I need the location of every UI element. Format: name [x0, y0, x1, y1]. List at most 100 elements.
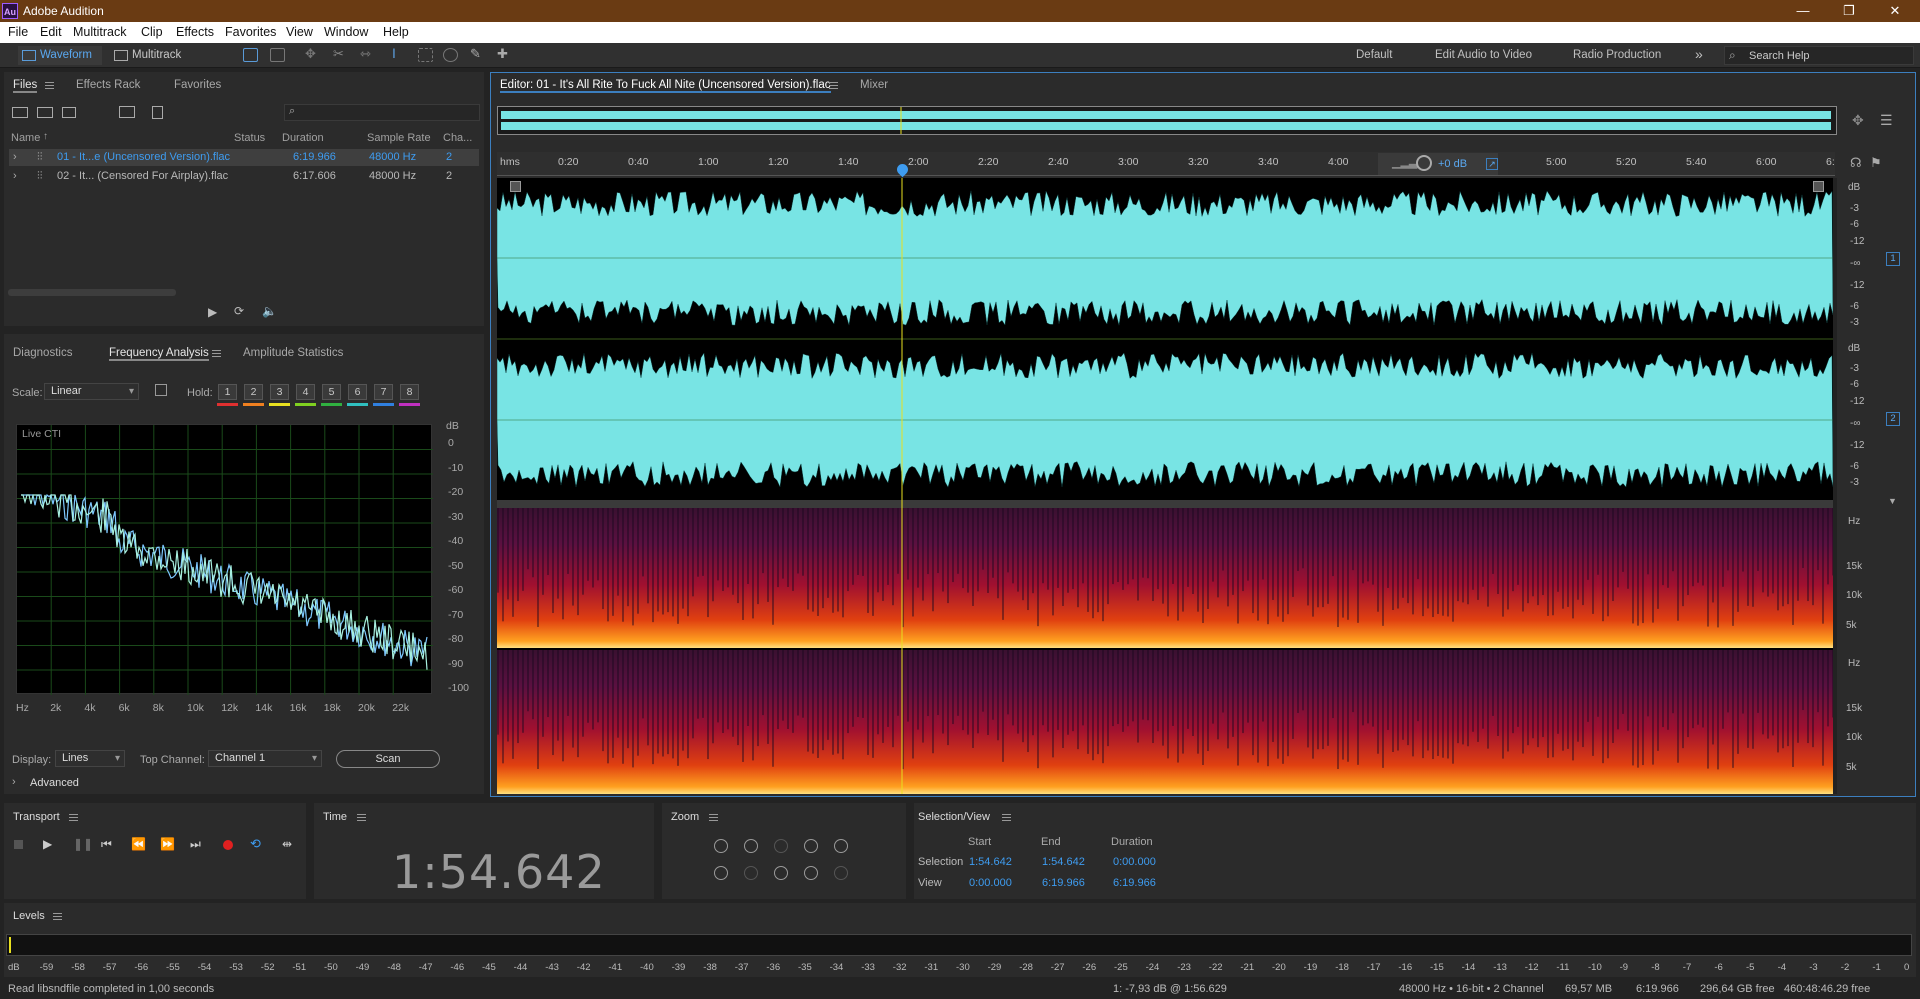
hold-7-button[interactable]: 7	[374, 384, 393, 400]
scale-dropdown[interactable]: Linear	[44, 383, 139, 400]
waveform-view-button[interactable]: Waveform	[18, 46, 102, 65]
import-file-icon[interactable]	[37, 107, 53, 118]
menu-edit[interactable]: Edit	[40, 25, 62, 39]
overview-navigator[interactable]	[497, 106, 1837, 135]
col-sample-rate[interactable]: Sample Rate	[367, 132, 431, 144]
hold-3-button[interactable]: 3	[270, 384, 289, 400]
workspace-default[interactable]: Default	[1356, 49, 1392, 61]
stop-icon[interactable]	[14, 840, 23, 849]
zoom-out-full-icon[interactable]	[804, 866, 818, 880]
hud-overlay[interactable]: ▁▂▃ +0 dB	[1378, 153, 1498, 175]
tab-frequency-analysis[interactable]: Frequency Analysis	[109, 347, 209, 361]
menu-multitrack[interactable]: Multitrack	[73, 25, 126, 39]
new-file-icon[interactable]	[62, 107, 76, 118]
zoom-out-amplitude-icon[interactable]	[714, 866, 728, 880]
volume-knob-icon[interactable]	[1416, 155, 1432, 171]
multitrack-view-button[interactable]: Multitrack	[110, 46, 181, 65]
zoom-out-time-icon[interactable]	[744, 866, 758, 880]
current-time-display[interactable]: 1:54.642	[392, 845, 606, 899]
zoom-in-left-icon[interactable]	[774, 839, 788, 853]
zoom-reset-icon[interactable]	[834, 839, 848, 853]
pin-hud-icon[interactable]: ↗	[1486, 158, 1498, 170]
menu-view[interactable]: View	[286, 25, 313, 39]
hold-5-button[interactable]: 5	[322, 384, 341, 400]
delete-file-icon[interactable]	[152, 106, 163, 119]
tab-favorites[interactable]: Favorites	[174, 79, 221, 91]
view-duration[interactable]: 6:19.966	[1113, 877, 1156, 889]
advanced-chevron-icon[interactable]: ›	[12, 776, 16, 788]
col-channels[interactable]: Cha...	[443, 132, 472, 144]
levels-menu-icon[interactable]	[53, 913, 62, 920]
selection-duration[interactable]: 0:00.000	[1113, 856, 1156, 868]
waveform-display[interactable]	[496, 178, 1837, 794]
menu-window[interactable]: Window	[324, 25, 368, 39]
expand-chevron-icon[interactable]: ›	[13, 149, 17, 166]
top-channel-dropdown[interactable]: Channel 1	[208, 750, 322, 767]
zoom-fit-icon[interactable]: ✥	[1852, 112, 1864, 129]
files-panel-menu-icon[interactable]	[45, 82, 54, 89]
scan-button[interactable]: Scan	[336, 750, 440, 768]
loop-preview-icon[interactable]: ⟳	[234, 304, 244, 318]
transport-menu-icon[interactable]	[69, 814, 78, 821]
autoplay-icon[interactable]: 🔈	[262, 304, 277, 318]
rewind-icon[interactable]: ⏪	[131, 837, 146, 851]
channel-1-toggle[interactable]: 1	[1886, 252, 1900, 266]
hold-1-button[interactable]: 1	[218, 384, 237, 400]
list-icon[interactable]: ☰	[1880, 112, 1893, 129]
workspace-edit-audio-video[interactable]: Edit Audio to Video	[1435, 49, 1532, 61]
col-status[interactable]: Status	[234, 132, 265, 144]
more-workspaces-icon[interactable]: »	[1695, 46, 1703, 62]
analysis-panel-menu-icon[interactable]	[212, 350, 221, 357]
capture-icon[interactable]	[155, 384, 167, 396]
marker-icon[interactable]: ⚑	[1870, 155, 1882, 171]
selection-view-menu-icon[interactable]	[1002, 814, 1011, 821]
zoom-selection-edges-icon[interactable]	[834, 866, 848, 880]
zoom-in-amplitude-icon[interactable]	[714, 839, 728, 853]
search-help-field[interactable]: ⌕ Search Help	[1724, 46, 1914, 65]
record-icon[interactable]	[223, 840, 233, 850]
brush-tool-icon[interactable]: ✎	[470, 46, 485, 61]
insert-into-multitrack-icon[interactable]	[119, 106, 135, 118]
files-scrollbar[interactable]	[8, 289, 176, 296]
move-tool-icon[interactable]: ✥	[305, 46, 320, 61]
spot-healing-icon[interactable]: ✚	[497, 46, 512, 61]
headphones-icon[interactable]: ☊	[1850, 155, 1862, 171]
restore-icon[interactable]: ❐	[1826, 0, 1872, 22]
editor-tab[interactable]: Editor: 01 - It's All Rite To Fuck All N…	[500, 79, 831, 93]
advanced-toggle[interactable]: Advanced	[30, 777, 79, 789]
next-icon[interactable]: ⏭	[190, 837, 201, 852]
zoom-menu-icon[interactable]	[709, 814, 718, 821]
channel-2-toggle[interactable]: 2	[1886, 412, 1900, 426]
workspace-radio-production[interactable]: Radio Production	[1573, 49, 1661, 61]
files-search-input[interactable]: ⌕	[284, 104, 480, 121]
previous-icon[interactable]: ⏮	[101, 837, 112, 852]
menu-effects[interactable]: Effects	[176, 25, 214, 39]
expand-chevron-icon[interactable]: ›	[13, 168, 17, 185]
tab-effects-rack[interactable]: Effects Rack	[76, 79, 140, 91]
skip-selection-icon[interactable]: ⇹	[282, 837, 292, 851]
marquee-tool-icon[interactable]	[418, 48, 433, 62]
hold-8-button[interactable]: 8	[400, 384, 419, 400]
selection-start[interactable]: 1:54.642	[969, 856, 1012, 868]
view-start[interactable]: 0:00.000	[969, 877, 1012, 889]
col-name[interactable]: Name	[11, 132, 40, 144]
tab-files[interactable]: Files	[13, 79, 38, 93]
display-dropdown[interactable]: Lines	[55, 750, 125, 767]
hold-4-button[interactable]: 4	[296, 384, 315, 400]
time-selection-tool-icon[interactable]: I	[392, 45, 407, 61]
menu-clip[interactable]: Clip	[141, 25, 163, 39]
zoom-in-time-icon[interactable]	[744, 839, 758, 853]
file-row[interactable]: › ⫶⫶ 01 - It...e (Uncensored Version).fl…	[9, 149, 479, 166]
play-preview-icon[interactable]: ▶	[208, 305, 217, 319]
fast-forward-icon[interactable]: ⏩	[160, 837, 175, 851]
channel-map-icon[interactable]	[510, 181, 521, 192]
zoom-to-selection-icon[interactable]	[774, 866, 788, 880]
editor-menu-icon[interactable]	[829, 82, 838, 89]
lasso-tool-icon[interactable]	[443, 48, 458, 62]
pause-icon[interactable]: ❚❚	[73, 837, 93, 851]
hold-6-button[interactable]: 6	[348, 384, 367, 400]
hold-2-button[interactable]: 2	[244, 384, 263, 400]
slip-tool-icon[interactable]: ⇿	[360, 46, 375, 61]
open-file-icon[interactable]	[12, 107, 28, 118]
tab-diagnostics[interactable]: Diagnostics	[13, 347, 72, 359]
